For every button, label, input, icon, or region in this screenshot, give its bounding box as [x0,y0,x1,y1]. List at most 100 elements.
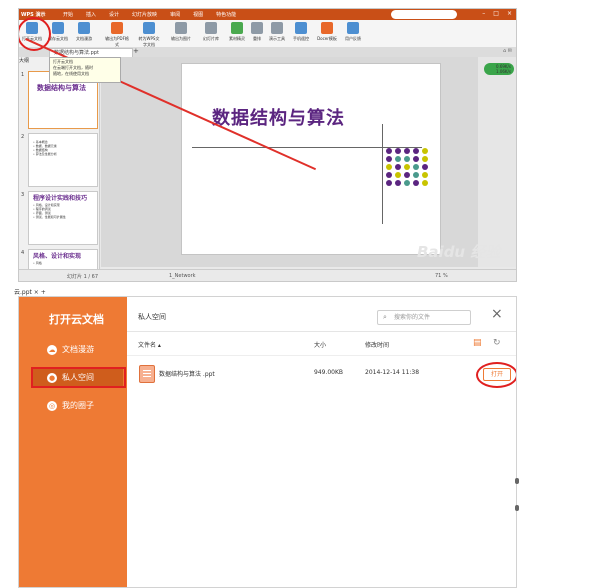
file-name: 数据结构与算法 .ppt [159,371,215,378]
material-icon [231,22,243,34]
decorative-dots [386,148,429,186]
convert-icon [143,22,155,34]
menu-slideshow[interactable]: 幻灯片放映 [132,11,157,18]
ribbon-toolbar: 打开云文档 保存云文档 文档漫游 输出为PDF格式 转为WPS文字文档 输出为图… [19,20,516,48]
decorative-dot [404,148,410,154]
zoom-level[interactable]: 71 % [435,273,448,279]
decorative-dot [404,180,410,186]
file-panel: 私人空间 ⌕ 搜索你的文件 × 文件名 ▴ 大小 修改时间 ▤ ↻ 数据结构与算… [127,297,516,587]
convert-wps-button[interactable]: 转为WPS文字文档 [137,22,161,48]
new-tab-icon[interactable]: + [133,47,139,55]
menu-design[interactable]: 设计 [109,11,119,18]
minimize-icon[interactable]: – [482,10,485,17]
decorative-dot [395,172,401,178]
search-icon: ⌕ [383,313,387,321]
slide-library-icon [205,22,217,34]
decorative-dot [404,172,410,178]
watermark: Baidu 经验 [417,243,501,261]
open-cloud-doc-dialog: 打开云文档 ☁ 文档漫游 ● 私人空间 ◎ 我的圈子 私人空间 ⌕ 搜索你的文件… [18,296,517,588]
cloud-save-icon [52,22,64,34]
remote-icon [295,22,307,34]
menu-review[interactable]: 审阅 [170,11,180,18]
sidebar-title: 打开云文档 [49,313,104,326]
bottom-tab-strip: 云.ppt × + [14,289,46,296]
decorative-dot [422,180,428,186]
export-pdf-button[interactable]: 输出为PDF格式 [105,22,129,48]
maximize-icon[interactable]: □ [493,10,499,17]
tools-button[interactable]: 演示工具 [265,22,289,42]
decorative-dot [386,180,392,186]
decorative-dot [395,156,401,162]
decorative-dot [422,156,428,162]
speed-readout: 0.69K/s 1.06K/s [496,64,511,74]
highlight-circle-annotation [19,17,51,51]
slide-thumbnail-3[interactable]: 3 程序设计实践和技巧 • 风格、设计和实现 • 程序的调试 • 界面、测试 •… [21,191,98,245]
highlight-box-annotation [31,367,126,388]
pdf-icon [111,22,123,34]
highlight-circle-annotation [476,362,516,388]
docer-button[interactable]: Docer模板 [315,22,339,42]
close-icon[interactable]: × [507,10,512,17]
rearrange-icon [251,22,263,34]
remote-button[interactable]: 手机遥控 [289,22,313,42]
doc-roaming-button[interactable]: 文档漫游 [72,22,96,42]
export-image-button[interactable]: 输出为图片 [169,22,193,42]
circle-group-icon: ◎ [47,401,57,411]
decorative-dot [413,156,419,162]
table-row[interactable]: 数据结构与算法 .ppt 949.00KB 2014-12-14 11:38 打… [127,362,516,391]
nav-item-my-circle[interactable]: ◎ 我的圈子 [33,397,123,415]
nav-item-doc-roaming[interactable]: ☁ 文档漫游 [33,341,123,359]
decorative-dot [413,180,419,186]
panel-title: 私人空间 [138,313,166,321]
decorative-dot [422,164,428,170]
decorative-dot [413,164,419,170]
feedback-icon [347,22,359,34]
menu-special[interactable]: 特色功能 [216,11,236,18]
column-header-size[interactable]: 大小 [314,340,326,349]
file-modified: 2014-12-14 11:38 [365,369,420,376]
refresh-icon[interactable]: ↻ [493,338,501,348]
cloud-icon: ☁ [47,345,57,355]
slide-divider-vertical [382,124,383,224]
slide-thumbnails-panel: 大纲 1 数据结构与算法 2 • 基本概念 • 数据、数据元素 • 数据结构 •… [19,57,100,269]
decorative-dot [413,172,419,178]
column-header-modified[interactable]: 修改时间 [365,340,389,349]
current-slide[interactable]: 数据结构与算法 [181,63,441,255]
view-mode-icon[interactable]: ▤ [473,338,482,348]
tooltip: 打开云文档 在云端打开文档，随时 随地，在线使用文档 [49,57,121,83]
presentation-window: WPS 演示 开始 插入 设计 幻灯片放映 审阅 视图 特色功能 – □ × 打… [18,8,517,282]
menu-home[interactable]: 开始 [63,11,73,18]
menu-bar: 开始 插入 设计 幻灯片放映 审阅 视图 特色功能 [63,11,236,18]
decorative-dot [386,156,392,162]
decorative-dot [422,148,428,154]
slide-title: 数据结构与算法 [212,108,345,129]
slide-thumbnail-2[interactable]: 2 • 基本概念 • 数据、数据元素 • 数据结构 • 算法及性能分析 [21,133,98,187]
right-sidebar: 0.69K/s 1.06K/s [478,57,516,267]
document-tabs: 数据结构与算法.ppt + ⌂ ✉ [19,47,516,58]
cloud-icon [78,22,90,34]
tab-options-icon[interactable]: ⌂ ✉ [503,48,512,54]
decorative-dot [395,148,401,154]
status-bar: 幻灯片 1 / 67 1_Network 71 % [19,269,516,281]
slide-library-button[interactable]: 幻灯片库 [199,22,223,42]
close-icon[interactable]: × [491,306,503,322]
menu-view[interactable]: 视图 [193,11,203,18]
search-input[interactable]: ⌕ 搜索你的文件 [377,310,471,325]
redacted-area [391,10,457,19]
ppt-file-icon [139,365,155,383]
decorative-dot [386,164,392,170]
theme-name: 1_Network [169,273,196,279]
decorative-dot [395,180,401,186]
title-bar: WPS 演示 开始 插入 设计 幻灯片放映 审阅 视图 特色功能 – □ × [19,9,516,20]
decorative-dot [422,172,428,178]
feedback-button[interactable]: 用户反馈 [341,22,365,42]
edge-marker [515,505,519,511]
column-header-name[interactable]: 文件名 ▴ [138,340,161,349]
decorative-dot [386,172,392,178]
menu-insert[interactable]: 插入 [86,11,96,18]
file-size: 949.00KB [314,369,344,376]
decorative-dot [386,148,392,154]
dialog-sidebar: 打开云文档 ☁ 文档漫游 ● 私人空间 ◎ 我的圈子 [19,297,127,587]
slide-counter: 幻灯片 1 / 67 [67,274,98,280]
slide-thumbnail-4[interactable]: 4 风格、设计和实现 • 风格 [21,249,98,269]
